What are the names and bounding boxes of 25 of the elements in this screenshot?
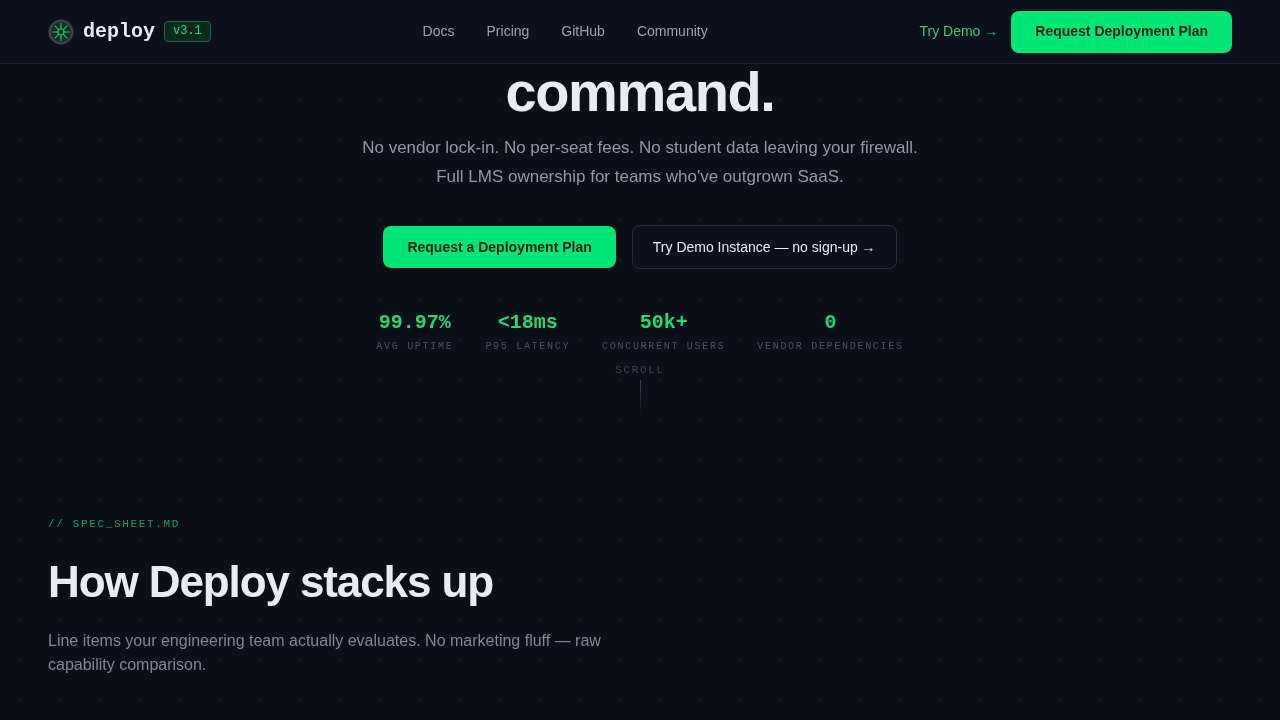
logo-icon: [48, 18, 74, 45]
try-demo-link[interactable]: Try Demo →: [919, 21, 999, 42]
hero-subtitle: No vendor lock-in. No per-seat fees. No student data leaving your firewall. Full LMS ownership for teams who've outgrown SaaS.: [362, 137, 918, 188]
nav-link[interactable]: Pricing: [486, 21, 530, 42]
try-demo-button[interactable]: Try Demo Instance — no sign-up →: [631, 225, 897, 269]
nav-link[interactable]: GitHub: [561, 21, 605, 42]
section-heading: How Deploy stacks up: [48, 558, 494, 607]
hero-heading: command.: [505, 64, 775, 120]
nav-link[interactable]: Community: [636, 21, 708, 42]
stat-label: P95 LATENCY: [485, 340, 571, 354]
request-plan-button[interactable]: Request Deployment Plan: [1011, 10, 1232, 53]
request-plan-button[interactable]: Request a Deployment Plan: [383, 226, 616, 268]
scroll-hint: SCROLL: [615, 363, 665, 378]
section-description: Line items your engineering team actually evaluates. No marketing fluff — raw capability comparison.: [48, 631, 602, 676]
stat-label: CONCURRENT USERS: [602, 340, 726, 354]
section-eyebrow: // SPEC_SHEET.MD: [48, 517, 182, 532]
stat-label: AVG UPTIME: [376, 340, 454, 354]
stat-value: 0: [824, 310, 837, 336]
stat-label: VENDOR DEPENDENCIES: [757, 340, 904, 354]
stat-value: <18ms: [497, 310, 558, 336]
version-badge: v3.1: [164, 21, 211, 42]
brand-name[interactable]: deploy: [83, 17, 155, 46]
stat-value: 99.97%: [378, 310, 451, 336]
stat-value: 50k+: [639, 310, 688, 336]
nav-link[interactable]: Docs: [422, 21, 455, 42]
